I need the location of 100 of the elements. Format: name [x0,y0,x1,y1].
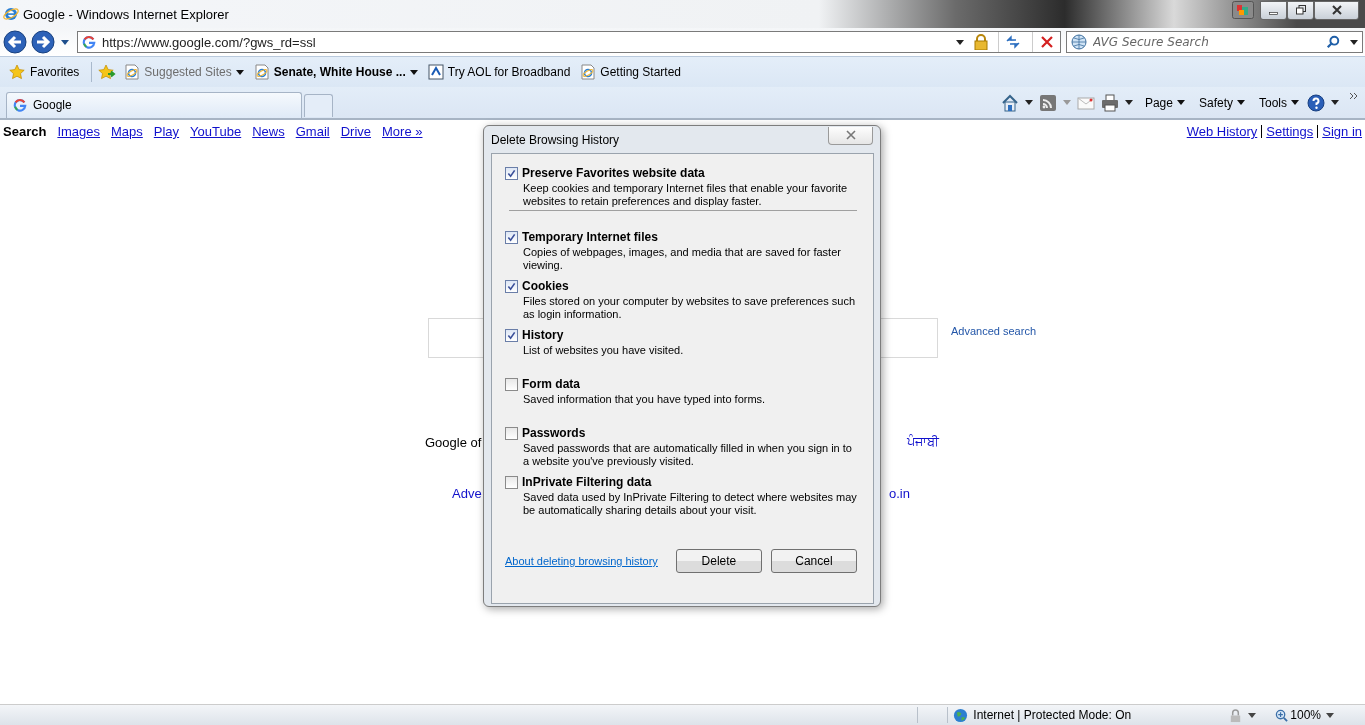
restore-button[interactable] [1287,0,1314,20]
chevron-icon[interactable] [1349,91,1359,100]
browser-page-icon [580,64,597,80]
menu-button[interactable]: Tools [1257,95,1301,110]
checkbox[interactable] [505,378,518,391]
checkmark-icon [507,282,516,291]
option-description: Saved data used by InPrivate Filtering to detect where websites may be automatically sharing details about your visit. [522,491,858,517]
checkbox[interactable] [505,427,518,440]
option-description: Saved information that you have typed into forms. [522,393,767,406]
zoom-button[interactable]: 100% [1275,708,1321,722]
account-link[interactable]: Settings [1266,124,1314,139]
checkbox[interactable] [505,231,518,244]
account-link[interactable]: Sign in [1322,124,1362,139]
browser-tab[interactable]: Google [6,91,302,118]
option-description: Files stored on your computer by websites to save preferences such as login information. [522,295,856,321]
caret-icon[interactable] [1248,712,1257,718]
option-label: Cookies [522,279,570,293]
google-nav-link[interactable]: Gmail [295,124,330,139]
caret-icon [1176,100,1185,105]
dialog-button[interactable]: Cancel [770,549,857,573]
caret-icon[interactable] [1326,712,1334,718]
address-field[interactable]: https://www.google.com/?gws_rd=ssl [77,31,1061,53]
add-favorite-icon[interactable] [98,64,117,80]
caret-icon [1291,100,1299,105]
globe-icon [953,707,969,723]
dialog-title: Delete Browsing History [491,132,620,147]
caret-icon [409,69,418,75]
minimize-button[interactable] [1260,0,1287,20]
google-nav-link[interactable]: Play [153,124,180,139]
footer-link[interactable]: Adve [452,486,483,501]
browser-logo-icon [3,6,19,22]
checkmark-icon [507,331,516,340]
star-icon [8,64,26,80]
option-label: Passwords [522,426,587,440]
checkbox[interactable] [505,280,518,293]
app-icon[interactable] [1232,1,1254,19]
help-link[interactable]: About deleting browsing history [505,555,658,567]
google-nav-link[interactable]: Maps [111,124,143,139]
favorites-bar-item[interactable]: Getting Started [578,64,684,80]
menu-button[interactable]: Page [1142,95,1187,110]
close-icon [1330,4,1343,16]
caret-icon[interactable] [1124,100,1133,105]
checkmark-icon [507,169,516,178]
search-field[interactable]: AVG Secure Search [1091,34,1322,50]
forward-button[interactable] [30,29,56,55]
google-nav-link[interactable]: Search [3,124,47,139]
lock-icon[interactable] [974,34,988,50]
option-description: Keep cookies and temporary Internet files that enable your favorite websites to retain preferences and display faster. [522,182,849,208]
printer-icon[interactable] [1100,93,1119,112]
checkmark-icon [507,233,516,242]
option-description: Saved passwords that are automatically filled in when you sign in to a website you've previously visited. [522,442,853,468]
option-label: Preserve Favorites website data [522,166,706,180]
option-label: History [522,328,565,342]
caret-icon[interactable] [1331,100,1339,105]
refresh-icon [1004,34,1021,50]
security-zone-text: Internet | Protected Mode: On [973,708,1133,722]
google-nav-link[interactable]: Drive [340,124,371,139]
google-nav-link[interactable]: More » [382,124,423,139]
favorites-bar-item[interactable]: Suggested Sites [122,64,246,80]
caret-icon[interactable] [956,39,964,45]
stop-icon [1038,34,1055,50]
google-nav-link[interactable]: YouTube [190,124,242,139]
option-label: InPrivate Filtering data [522,475,653,489]
account-link[interactable]: Web History [1186,124,1258,139]
caret-icon[interactable] [61,39,69,45]
google-nav-link[interactable]: News [252,124,285,139]
option-label: Temporary Internet files [522,230,659,244]
footer-link[interactable]: o.in [889,486,910,501]
checkbox[interactable] [505,476,518,489]
home-icon[interactable] [1000,93,1019,112]
help-icon[interactable] [1307,93,1325,112]
feed-icon[interactable] [1038,93,1057,112]
dialog-button[interactable]: Delete [675,549,762,573]
checkbox[interactable] [505,167,518,180]
caret-icon[interactable] [1350,39,1358,45]
search-box[interactable]: AVG Secure Search [1066,31,1363,53]
favorites-bar-item[interactable]: Try AOL for Broadband [425,64,573,80]
close-icon [845,130,856,140]
favorites-button[interactable]: Favorites [8,64,80,80]
minimize-icon [1269,11,1278,15]
offered-in-text: Google of [425,434,483,450]
advanced-search-link[interactable]: Advanced search [951,325,1036,337]
search-icon[interactable] [1326,35,1340,49]
menu-button[interactable]: Safety [1196,95,1247,110]
caret-icon [1237,100,1245,105]
option-description: Copies of webpages, images, and media that are saved for faster viewing. [522,246,842,272]
globe-icon [1071,34,1087,50]
back-button[interactable] [2,29,28,55]
checkbox[interactable] [505,329,518,342]
google-nav-link[interactable]: Images [57,124,100,139]
window-title: Google - Windows Internet Explorer [23,6,229,22]
favorites-bar-item[interactable]: Senate, White House ... [251,64,420,80]
browser-page-icon [124,64,141,80]
language-link[interactable]: ਪੰਜਾਬੀ [907,434,939,450]
browser-page-icon [253,64,270,80]
option-label: Form data [522,377,581,391]
zoom-icon [1275,708,1289,722]
close-button[interactable] [1314,0,1359,20]
google-g-icon [13,98,27,112]
caret-icon[interactable] [1024,100,1033,105]
